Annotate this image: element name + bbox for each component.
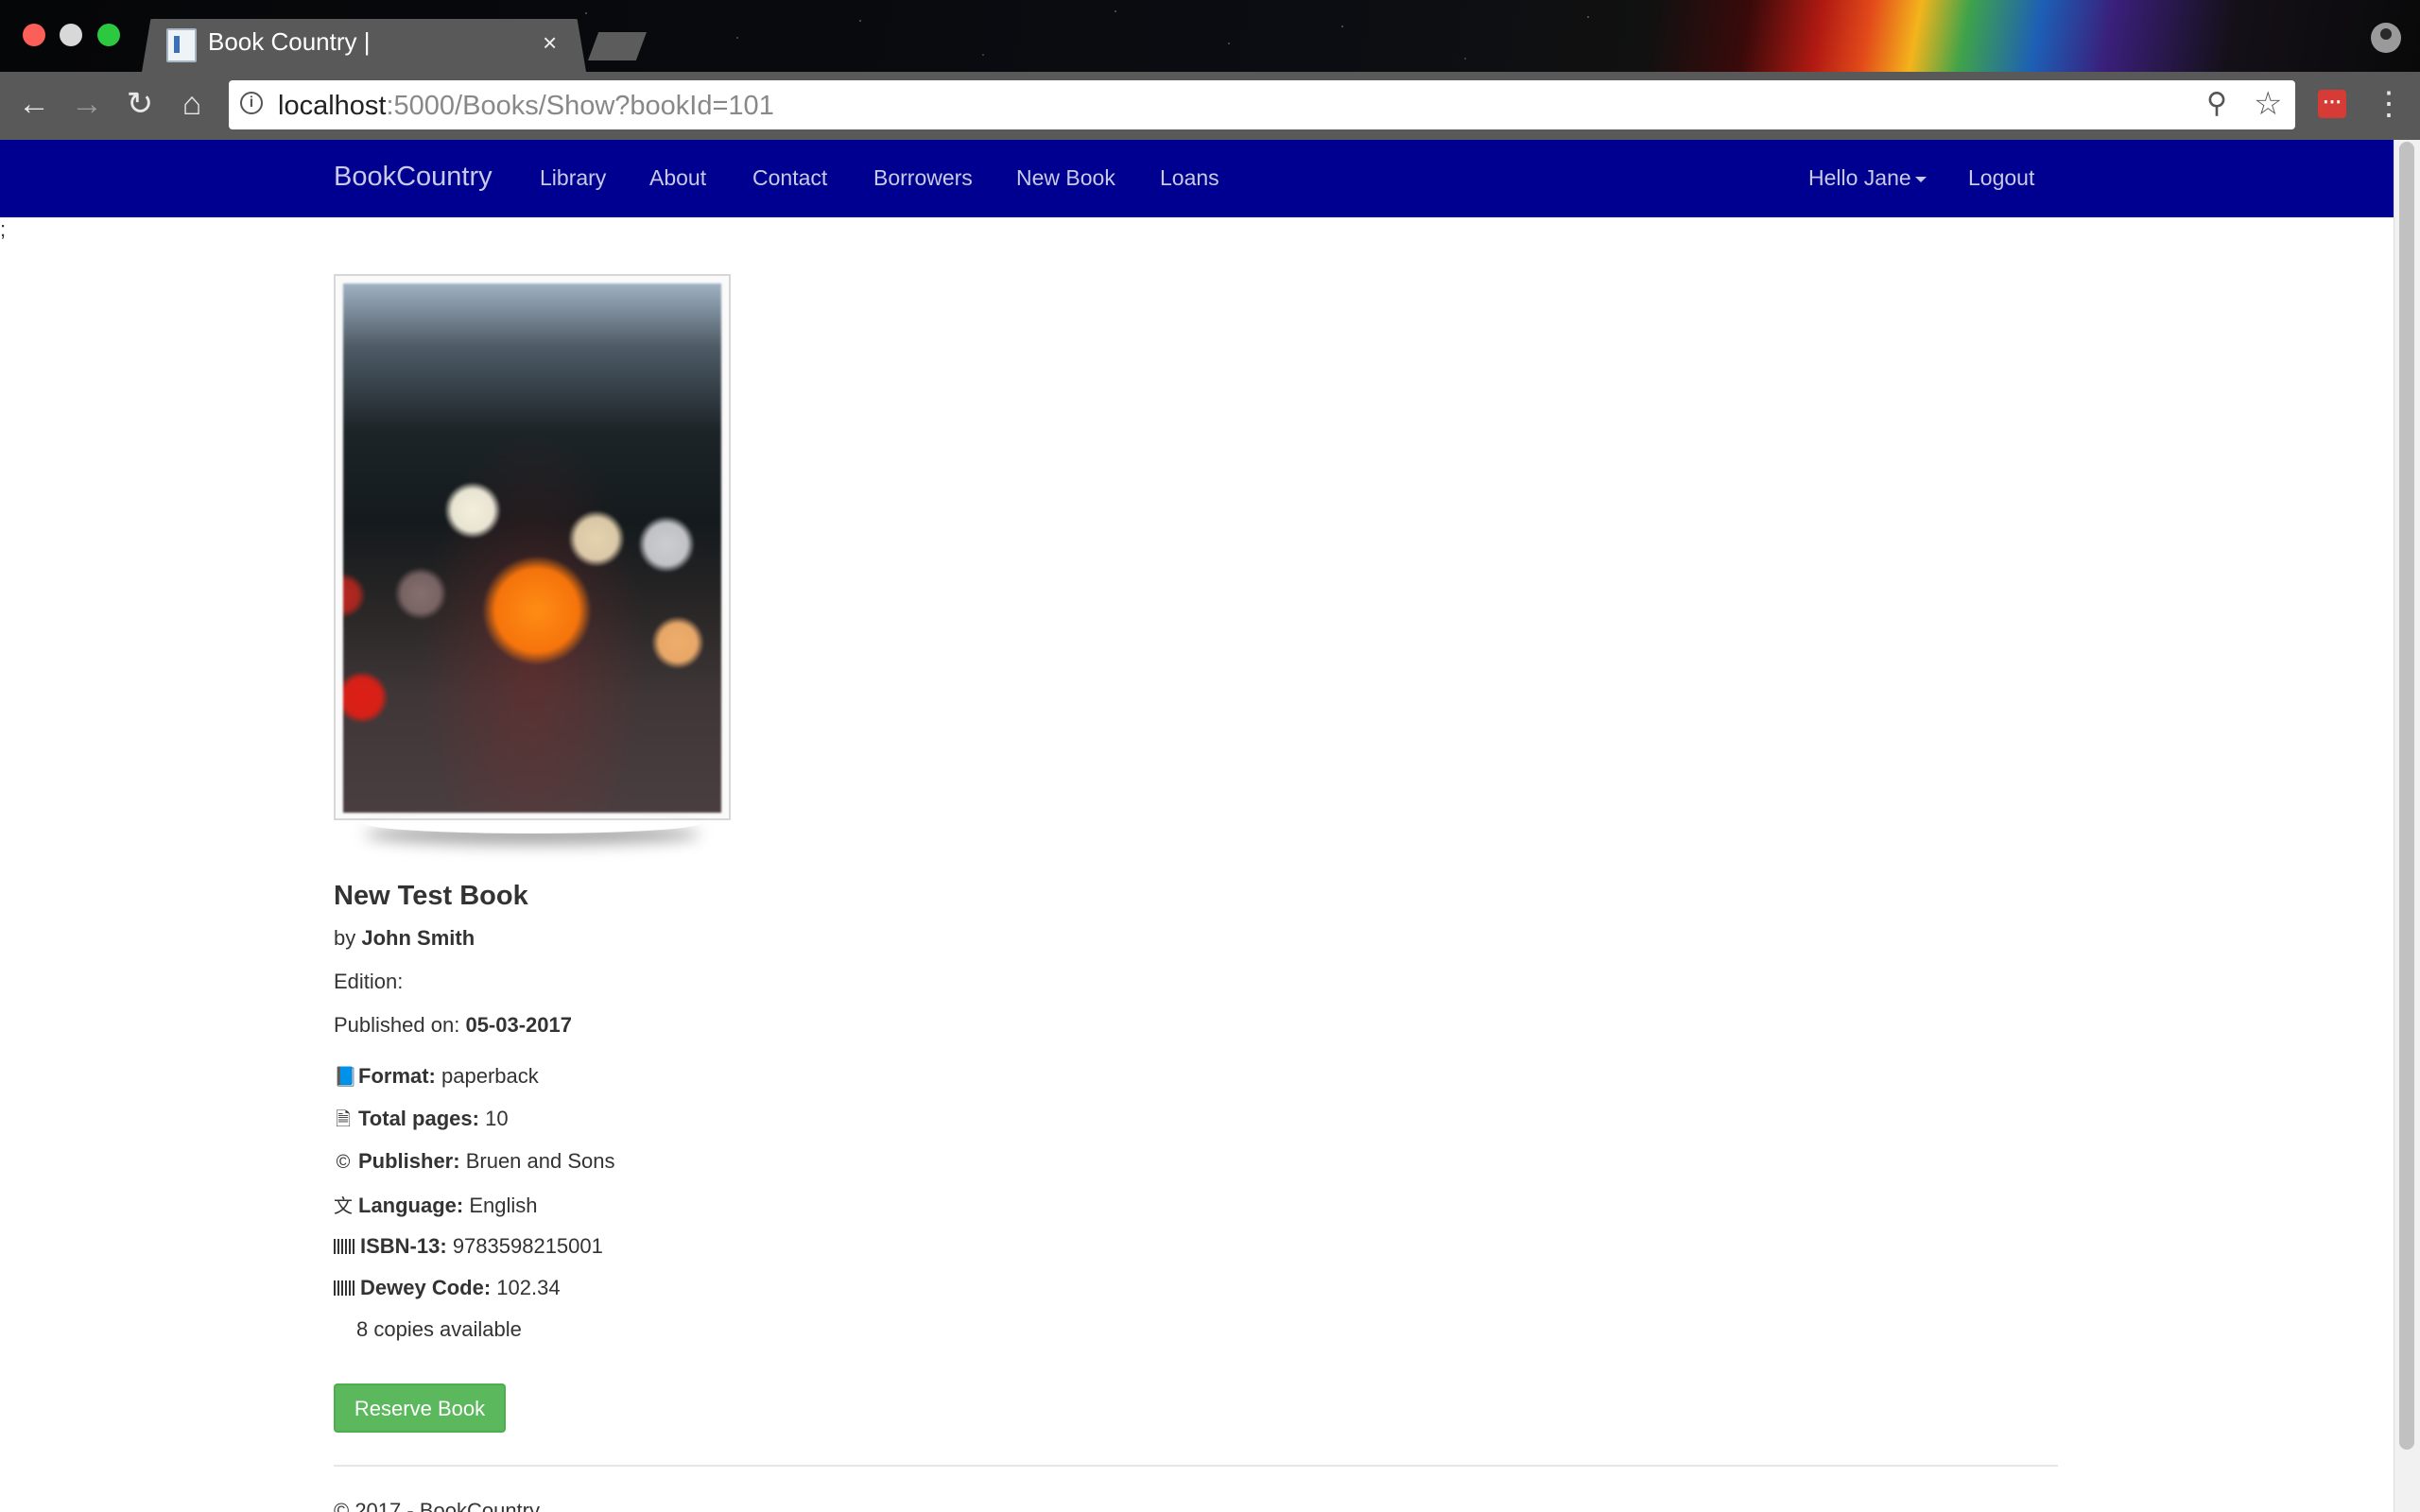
publisher-value: Bruen and Sons (465, 1149, 615, 1173)
book-pages-line: 🗎 Total pages: 10 (334, 1106, 509, 1138)
language-label: Language: (358, 1194, 464, 1217)
nav-link-contact[interactable]: Contact (752, 165, 827, 191)
reload-icon[interactable]: ↻ (121, 85, 159, 123)
footer-divider (334, 1465, 2058, 1467)
window-close-button[interactable] (23, 24, 45, 46)
tab-favicon-icon (166, 28, 197, 62)
format-value: paperback (441, 1064, 539, 1088)
caret-down-icon (1914, 176, 1927, 182)
isbn-value: 9783598215001 (452, 1234, 603, 1258)
scrollbar-thumb[interactable] (2399, 142, 2414, 1450)
language-icon: 文 (334, 1196, 353, 1217)
nav-link-about[interactable]: About (649, 165, 706, 191)
extension-icon[interactable]: ⋯ (2318, 90, 2346, 118)
book-published-line: Published on: 05-03-2017 (334, 1013, 572, 1038)
book-isbn-line: ISBN-13: 9783598215001 (334, 1234, 603, 1259)
nav-link-library[interactable]: Library (540, 165, 606, 191)
by-label: by (334, 926, 356, 950)
user-menu-label: Hello Jane (1808, 165, 1911, 190)
stray-text: ; (0, 217, 7, 241)
nav-link-loans[interactable]: Loans (1160, 165, 1219, 191)
pages-value: 10 (485, 1107, 509, 1130)
site-navbar: BookCountry Library About Contact Borrow… (0, 140, 2394, 217)
book-author-line: by John Smith (334, 926, 475, 951)
book-cover-shadow (364, 813, 700, 833)
book-title: New Test Book (334, 881, 528, 911)
isbn-label: ISBN-13: (360, 1234, 447, 1258)
window-minimize-button[interactable] (60, 24, 82, 46)
copyright-icon: © (336, 1152, 351, 1173)
publisher-label: Publisher: (358, 1149, 460, 1173)
user-menu-dropdown[interactable]: Hello Jane (1808, 165, 1927, 191)
book-author: John Smith (361, 926, 475, 950)
book-language-line: 文 Language: English (334, 1191, 538, 1218)
book-edition-line: Edition: (334, 970, 403, 994)
nav-link-new-book[interactable]: New Book (1016, 165, 1115, 191)
dewey-label: Dewey Code: (360, 1276, 492, 1299)
nav-link-logout[interactable]: Logout (1968, 165, 2034, 191)
edition-label: Edition: (334, 970, 404, 993)
zoom-icon[interactable]: ⚲ (2206, 90, 2235, 118)
back-arrow-icon[interactable]: ← (15, 85, 53, 123)
copies-available: 8 copies available (356, 1317, 522, 1341)
home-icon[interactable]: ⌂ (173, 85, 211, 123)
reserve-book-button[interactable]: Reserve Book (334, 1383, 506, 1433)
book-format-line: 📘Format: paperback (334, 1064, 539, 1089)
nav-brand[interactable]: BookCountry (334, 162, 493, 193)
dewey-value: 102.34 (496, 1276, 561, 1299)
tab-close-icon[interactable]: × (543, 28, 557, 58)
book-publisher-line: © Publisher: Bruen and Sons (334, 1149, 615, 1174)
pages-label: Total pages: (358, 1107, 479, 1130)
window-maximize-button[interactable] (97, 24, 120, 46)
barcode-icon (334, 1239, 354, 1254)
published-value: 05-03-2017 (465, 1013, 572, 1037)
published-label: Published on: (334, 1013, 460, 1037)
profile-icon[interactable] (2371, 23, 2401, 53)
url-host: localhost (278, 91, 387, 121)
barcode-icon (334, 1280, 354, 1296)
forward-arrow-icon[interactable]: → (68, 85, 106, 123)
url-text[interactable]: localhost:5000/Books/Show?bookId=101 (278, 91, 774, 122)
language-value: English (469, 1194, 538, 1217)
footer-copyright: © 2017 - BookCountry (334, 1499, 540, 1512)
book-dewey-line: Dewey Code: 102.34 (334, 1276, 561, 1300)
nav-link-borrowers[interactable]: Borrowers (873, 165, 973, 191)
format-label: Format: (358, 1064, 436, 1088)
site-info-icon[interactable]: i (240, 92, 263, 114)
book-cover-image (343, 284, 721, 813)
browser-menu-icon[interactable]: ⋮ (2373, 85, 2405, 123)
file-icon: 🗎 (335, 1109, 352, 1130)
page-viewport: BookCountry Library About Contact Borrow… (0, 140, 2394, 1512)
bookmark-star-icon[interactable]: ☆ (2254, 88, 2286, 120)
url-path: :5000/Books/Show?bookId=101 (386, 91, 774, 121)
tab-title: Book Country | (208, 27, 371, 56)
book-icon: 📘 (334, 1067, 357, 1088)
